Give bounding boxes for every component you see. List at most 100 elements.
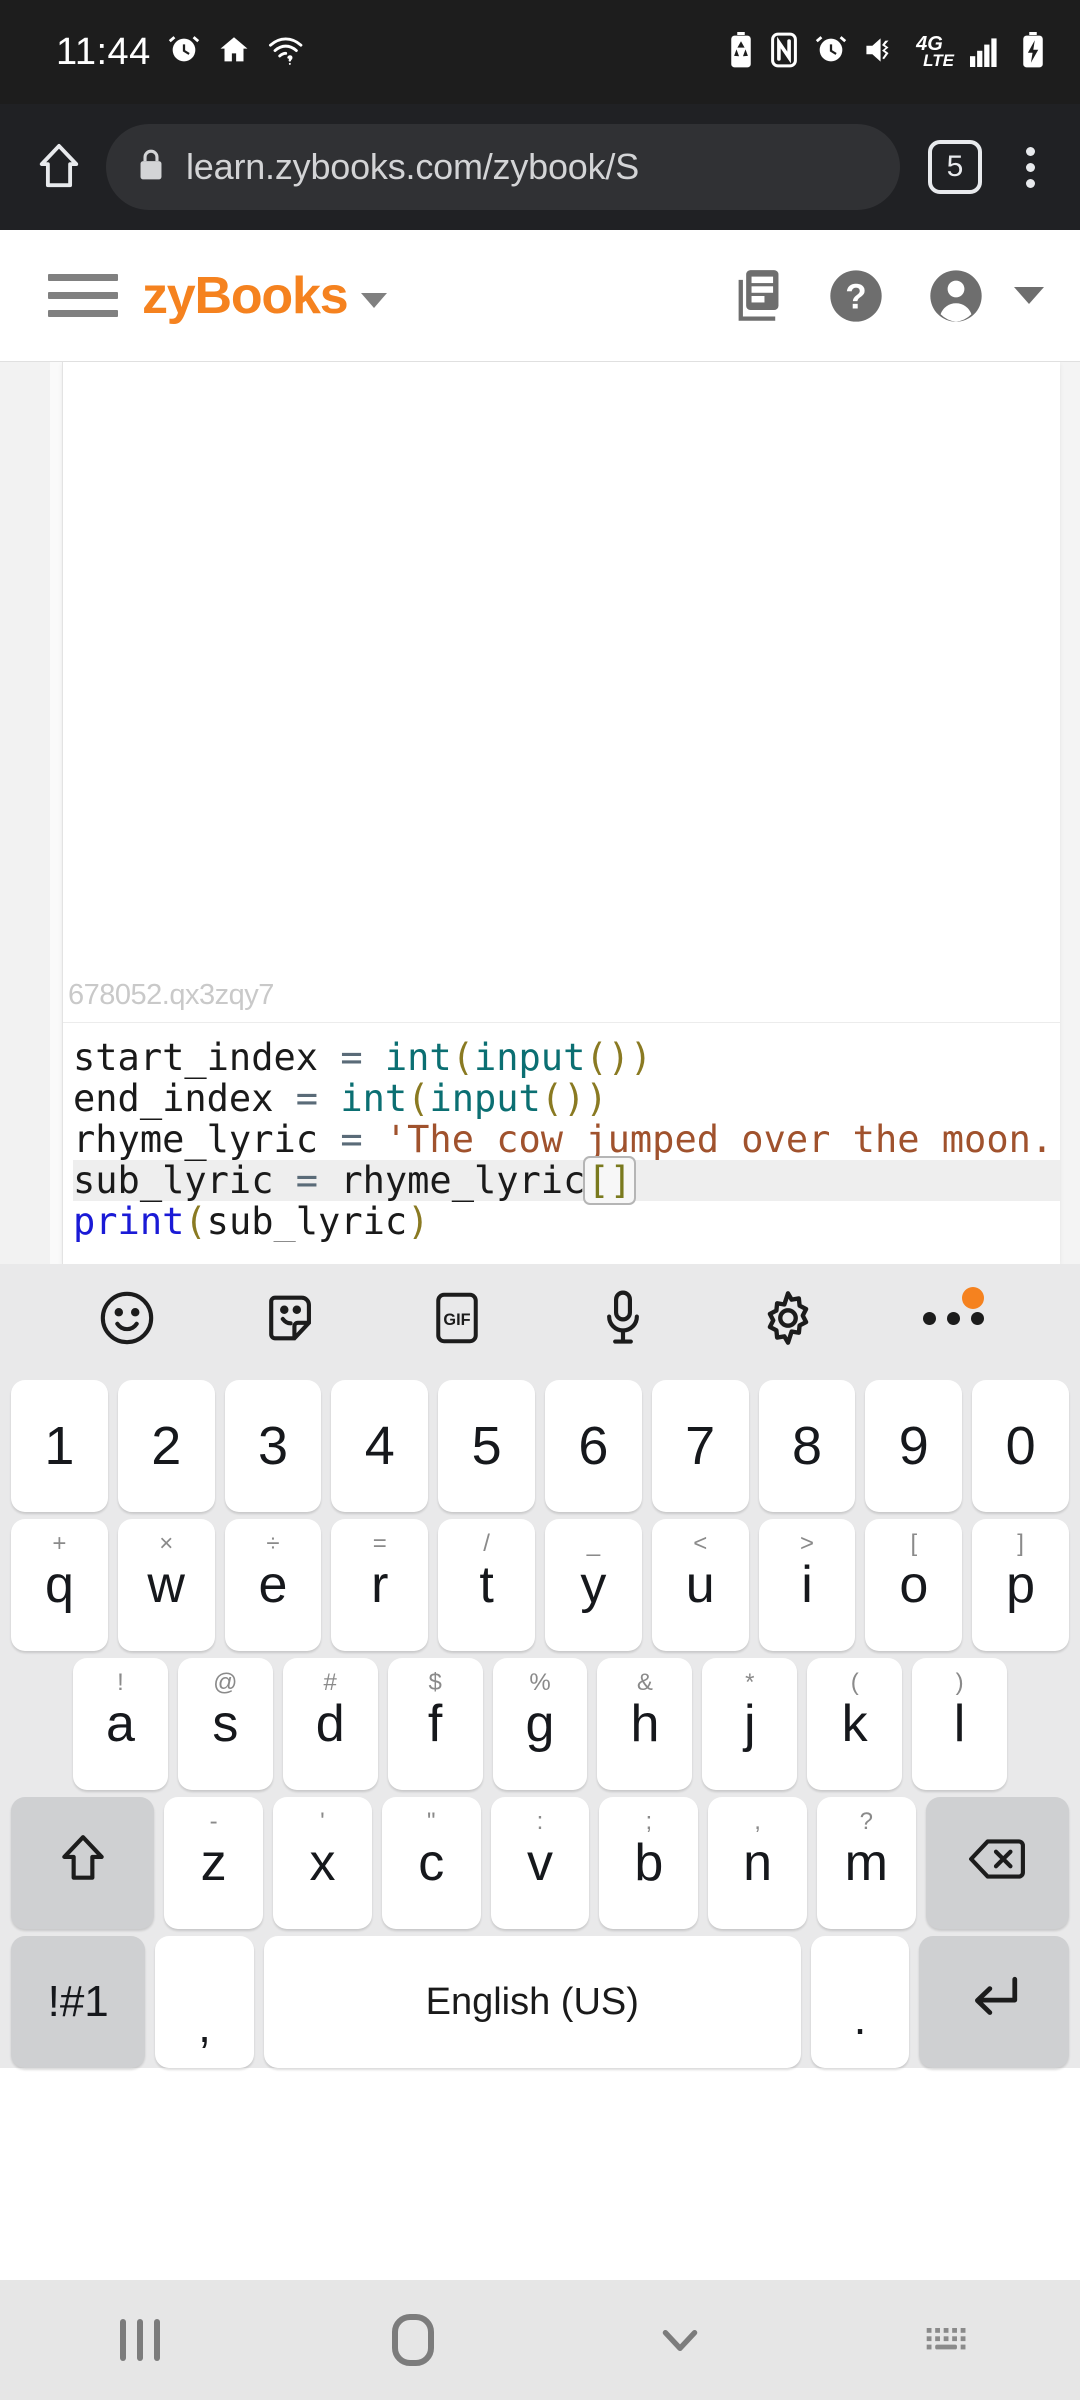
library-books-icon[interactable] xyxy=(732,268,784,324)
code-editor[interactable]: start_index = int(input()) end_index = in… xyxy=(63,1022,1060,1242)
key-secondary-label: / xyxy=(483,1530,490,1557)
url-bar[interactable]: learn.zybooks.com/zybook/S xyxy=(106,124,900,210)
help-circle-icon[interactable]: ? xyxy=(828,268,884,324)
overflow-menu-icon[interactable] xyxy=(1002,134,1058,200)
key-l[interactable]: ) l xyxy=(912,1658,1008,1790)
key-v[interactable]: :v xyxy=(490,1797,590,1929)
chevron-down-icon[interactable] xyxy=(547,2319,814,2361)
recent-apps-icon[interactable] xyxy=(0,2319,280,2361)
code-line[interactable]: sub_lyric = rhyme_lyric[] xyxy=(73,1156,1060,1205)
key-label: 5 xyxy=(471,1416,502,1476)
key-period[interactable]: . xyxy=(810,1936,910,2068)
key-7[interactable]: 7 xyxy=(651,1380,749,1512)
chevron-down-icon[interactable] xyxy=(1014,287,1044,304)
key-label: !#1 xyxy=(47,1977,109,2026)
key-label: p xyxy=(1006,1556,1036,1614)
keyboard-toolbar: GIF xyxy=(0,1264,1080,1372)
home-icon[interactable] xyxy=(26,134,92,200)
key-label: k xyxy=(841,1695,868,1753)
key-e[interactable]: ÷ e xyxy=(224,1519,322,1651)
key-s[interactable]: @ s xyxy=(177,1658,273,1790)
key-y[interactable]: _ y xyxy=(545,1519,642,1651)
microphone-icon[interactable] xyxy=(578,1273,668,1363)
key-backspace[interactable] xyxy=(925,1797,1069,1929)
emoji-icon[interactable] xyxy=(82,1273,172,1363)
key-j[interactable]: * j xyxy=(702,1658,798,1790)
key-secondary-label: = xyxy=(372,1530,387,1557)
key-9[interactable]: 9 xyxy=(865,1380,963,1512)
key-shift[interactable] xyxy=(11,1797,155,1929)
page-title: zyBooks xyxy=(142,266,349,325)
key-o[interactable]: [o xyxy=(865,1519,963,1651)
code-token: = xyxy=(295,1159,319,1202)
key-u[interactable]: < u xyxy=(651,1519,749,1651)
key-label: e xyxy=(258,1556,288,1614)
key-f[interactable]: $ f xyxy=(387,1658,483,1790)
hamburger-menu-icon[interactable] xyxy=(48,274,118,317)
chevron-down-icon[interactable] xyxy=(361,293,388,308)
key-q[interactable]: + q xyxy=(11,1519,108,1651)
code-token: ( xyxy=(184,1200,207,1242)
code-token: 'The cow jumped over the moon. xyxy=(384,1118,1054,1161)
key-d[interactable]: # d xyxy=(282,1658,378,1790)
key-m[interactable]: ? m xyxy=(816,1797,916,1929)
key-secondary-label: _ xyxy=(586,1530,601,1557)
gif-icon[interactable]: GIF xyxy=(412,1273,502,1363)
battery-charging-icon xyxy=(1020,31,1046,73)
key-w[interactable]: × w xyxy=(117,1519,215,1651)
key-x[interactable]: ' x xyxy=(273,1797,372,1929)
key-h[interactable]: & h xyxy=(597,1658,693,1790)
key-r[interactable]: = r xyxy=(331,1519,429,1651)
key-a[interactable]: ! a xyxy=(73,1658,168,1790)
key-k[interactable]: (k xyxy=(807,1658,903,1790)
key-z[interactable]: -z xyxy=(164,1797,264,1929)
more-options-icon[interactable] xyxy=(908,1273,998,1363)
key-label: m xyxy=(844,1834,888,1892)
sticker-icon[interactable] xyxy=(247,1273,337,1363)
code-token: = xyxy=(340,1118,363,1161)
page-content: 678052.qx3zqy7 start_index = int(input()… xyxy=(0,362,1080,1264)
keyboard-row-zxcv: - z ' x " c: v; b, n? m xyxy=(6,1797,1074,1929)
key-0[interactable]: 0 xyxy=(972,1380,1069,1512)
key-c[interactable]: " c xyxy=(381,1797,481,1929)
key-4[interactable]: 4 xyxy=(331,1380,429,1512)
mute-vibrate-icon xyxy=(863,33,901,72)
key-label: 4 xyxy=(364,1416,395,1476)
account-circle-icon[interactable] xyxy=(928,268,984,324)
key-space[interactable]: English (US) xyxy=(263,1936,801,2068)
alarm-icon xyxy=(167,33,201,72)
home-nav-icon[interactable] xyxy=(280,2314,547,2366)
key-b[interactable]: ; b xyxy=(599,1797,699,1929)
key-label: v xyxy=(527,1834,553,1892)
key-8[interactable]: 8 xyxy=(758,1380,856,1512)
code-line[interactable]: print(sub_lyric) xyxy=(73,1201,1060,1242)
key-3[interactable]: 3 xyxy=(224,1380,322,1512)
key-i[interactable]: > i xyxy=(758,1519,856,1651)
code-line[interactable]: rhyme_lyric = 'The cow jumped over the m… xyxy=(73,1119,1060,1160)
key-label: z xyxy=(200,1834,227,1892)
key-enter[interactable] xyxy=(919,1936,1070,2068)
key-comma[interactable]: , xyxy=(155,1936,254,2068)
key-1[interactable]: 1 xyxy=(11,1380,108,1512)
key-p[interactable]: ] p xyxy=(972,1519,1069,1651)
key-label: x xyxy=(309,1834,336,1892)
key-6[interactable]: 6 xyxy=(545,1380,642,1512)
key-label: 6 xyxy=(578,1416,609,1476)
code-line[interactable]: end_index = int(input()) xyxy=(73,1078,1060,1119)
code-line[interactable]: start_index = int(input()) xyxy=(73,1037,1060,1078)
key-g[interactable]: % g xyxy=(492,1658,588,1790)
key-t[interactable]: / t xyxy=(438,1519,535,1651)
key-label: 8 xyxy=(791,1416,823,1476)
tab-count-button[interactable]: 5 xyxy=(928,140,982,194)
key-2[interactable]: 2 xyxy=(117,1380,215,1512)
key-symbols[interactable]: !#1 xyxy=(11,1936,146,2068)
signal-bars-icon xyxy=(969,33,1005,72)
key-5[interactable]: 5 xyxy=(438,1380,535,1512)
code-lines[interactable]: start_index = int(input()) end_index = in… xyxy=(63,1037,1060,1242)
code-token: rhyme_lyric xyxy=(318,1159,586,1202)
keyboard-switch-icon[interactable] xyxy=(813,2321,1080,2359)
key-n[interactable]: ,n xyxy=(708,1797,807,1929)
settings-gear-icon[interactable] xyxy=(743,1273,833,1363)
code-token: )) xyxy=(607,1036,653,1079)
